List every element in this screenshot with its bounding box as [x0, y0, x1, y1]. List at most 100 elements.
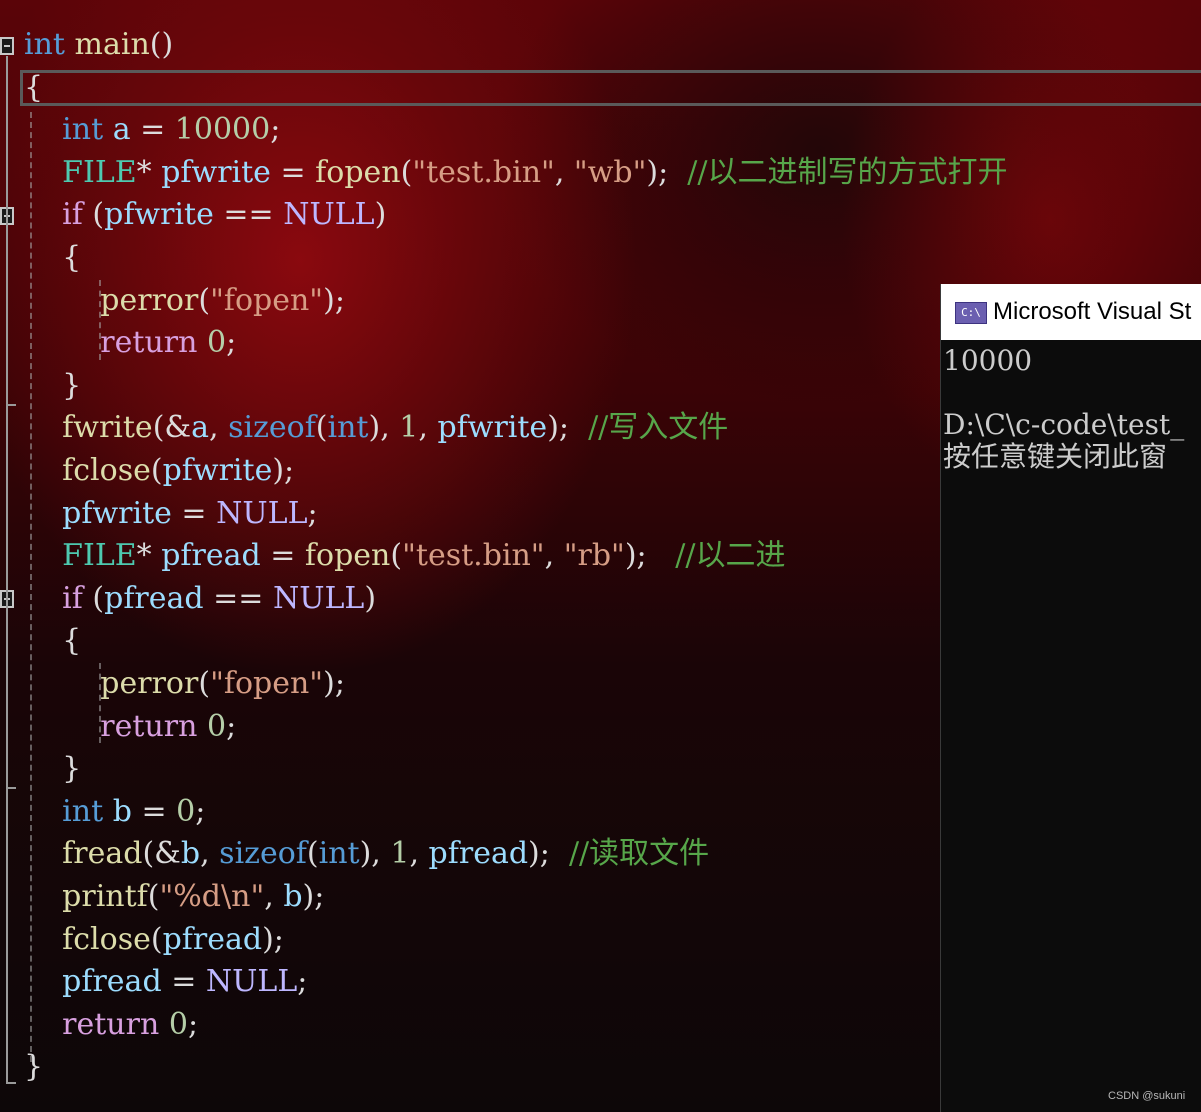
code-line[interactable]: } [24, 1046, 43, 1088]
code-token: "test.bin" [412, 155, 555, 190]
code-line[interactable]: perror("fopen"); [24, 280, 345, 322]
code-line[interactable]: printf("%d\n", b); [24, 876, 324, 918]
code-token: "%d\n" [159, 879, 265, 914]
outline-bar [6, 404, 16, 406]
code-token: 10000 [174, 112, 271, 147]
code-token: pfwrite [104, 197, 214, 232]
code-line[interactable]: int main() [24, 24, 173, 66]
code-token: b [112, 794, 132, 829]
code-token: = [171, 496, 217, 531]
console-output-line: 10000 [943, 344, 1033, 377]
code-line[interactable]: pfread = NULL; [24, 961, 307, 1003]
code-token: main [74, 27, 150, 62]
code-token: , [418, 410, 438, 445]
outline-bar [6, 1082, 16, 1084]
code-line[interactable]: fclose(pfread); [24, 919, 284, 961]
code-token: ); [547, 410, 589, 445]
code-line[interactable]: fread(&b, sizeof(int), 1, pfread); //读取文… [24, 833, 709, 875]
code-token: ); [646, 155, 688, 190]
code-token: ( [147, 879, 160, 914]
code-line[interactable]: return 0; [24, 1004, 198, 1046]
code-token: //以二进制写的方式打开 [687, 155, 1008, 190]
code-token: b [283, 879, 303, 914]
code-token: pfread [104, 581, 204, 616]
code-token: ; [307, 496, 318, 531]
code-token: ; [226, 709, 237, 744]
code-token: = [270, 155, 316, 190]
console-title: Microsoft Visual St [993, 298, 1192, 325]
code-token: , [409, 836, 429, 871]
code-token: 1 [390, 836, 410, 871]
code-line[interactable]: FILE* pfwrite = fopen("test.bin", "wb");… [24, 152, 1008, 194]
code-token: ( [198, 283, 211, 318]
code-line[interactable]: fclose(pfwrite); [24, 450, 294, 492]
code-line[interactable]: return 0; [24, 706, 236, 748]
code-token: b [180, 836, 201, 871]
code-token: return [100, 325, 198, 360]
code-token: int [318, 836, 360, 871]
code-token: * [136, 155, 162, 190]
console-app-icon: C:\ [955, 302, 987, 324]
code-token: perror [100, 666, 199, 701]
code-token: ( [390, 538, 403, 573]
code-token: "fopen" [210, 666, 324, 701]
code-line[interactable]: { [24, 237, 81, 279]
code-token: NULL [205, 964, 298, 999]
code-token: , [200, 836, 220, 871]
code-token: } [24, 368, 82, 403]
code-token: NULL [216, 496, 308, 531]
code-line[interactable]: pfwrite = NULL; [24, 493, 318, 535]
code-token: if [62, 197, 83, 232]
code-line[interactable]: { [24, 620, 81, 662]
code-token: ); [272, 453, 295, 488]
code-line[interactable]: FILE* pfread = fopen("test.bin", "rb"); … [24, 535, 785, 577]
code-line[interactable]: if (pfwrite == NULL) [24, 194, 386, 236]
code-token: a [112, 112, 131, 147]
code-line[interactable]: fwrite(&a, sizeof(int), 1, pfwrite); //写… [24, 407, 728, 449]
fold-toggle-icon[interactable] [0, 37, 14, 55]
code-line[interactable]: int a = 10000; [24, 109, 280, 151]
console-window[interactable]: C:\ Microsoft Visual St 10000 D:\C\c-cod… [940, 284, 1201, 1112]
code-line[interactable]: { [24, 67, 43, 109]
code-token: == [213, 197, 284, 232]
console-titlebar[interactable]: C:\ Microsoft Visual St [941, 284, 1201, 340]
code-line[interactable]: if (pfread == NULL) [24, 578, 376, 620]
code-token: sizeof [219, 836, 307, 871]
code-line[interactable]: } [24, 365, 81, 407]
code-token: ) [374, 197, 387, 232]
code-line[interactable]: int b = 0; [24, 791, 205, 833]
code-token: 0 [206, 325, 227, 360]
code-token: = [130, 112, 175, 147]
code-token: ( [306, 836, 319, 871]
code-token: , [264, 879, 284, 914]
code-token: ( [82, 197, 105, 232]
code-token: (& [142, 836, 181, 871]
code-line[interactable]: return 0; [24, 322, 236, 364]
code-token: ; [226, 325, 237, 360]
code-line[interactable]: } [24, 748, 81, 790]
code-token: //以二进 [675, 538, 786, 573]
code-token: } [24, 751, 82, 786]
code-token: ( [315, 410, 328, 445]
code-token: () [149, 27, 174, 62]
code-token: 1 [399, 410, 419, 445]
code-line[interactable]: perror("fopen"); [24, 663, 345, 705]
code-token: , [554, 155, 574, 190]
code-token: FILE [62, 538, 137, 573]
code-token: a [191, 410, 209, 445]
